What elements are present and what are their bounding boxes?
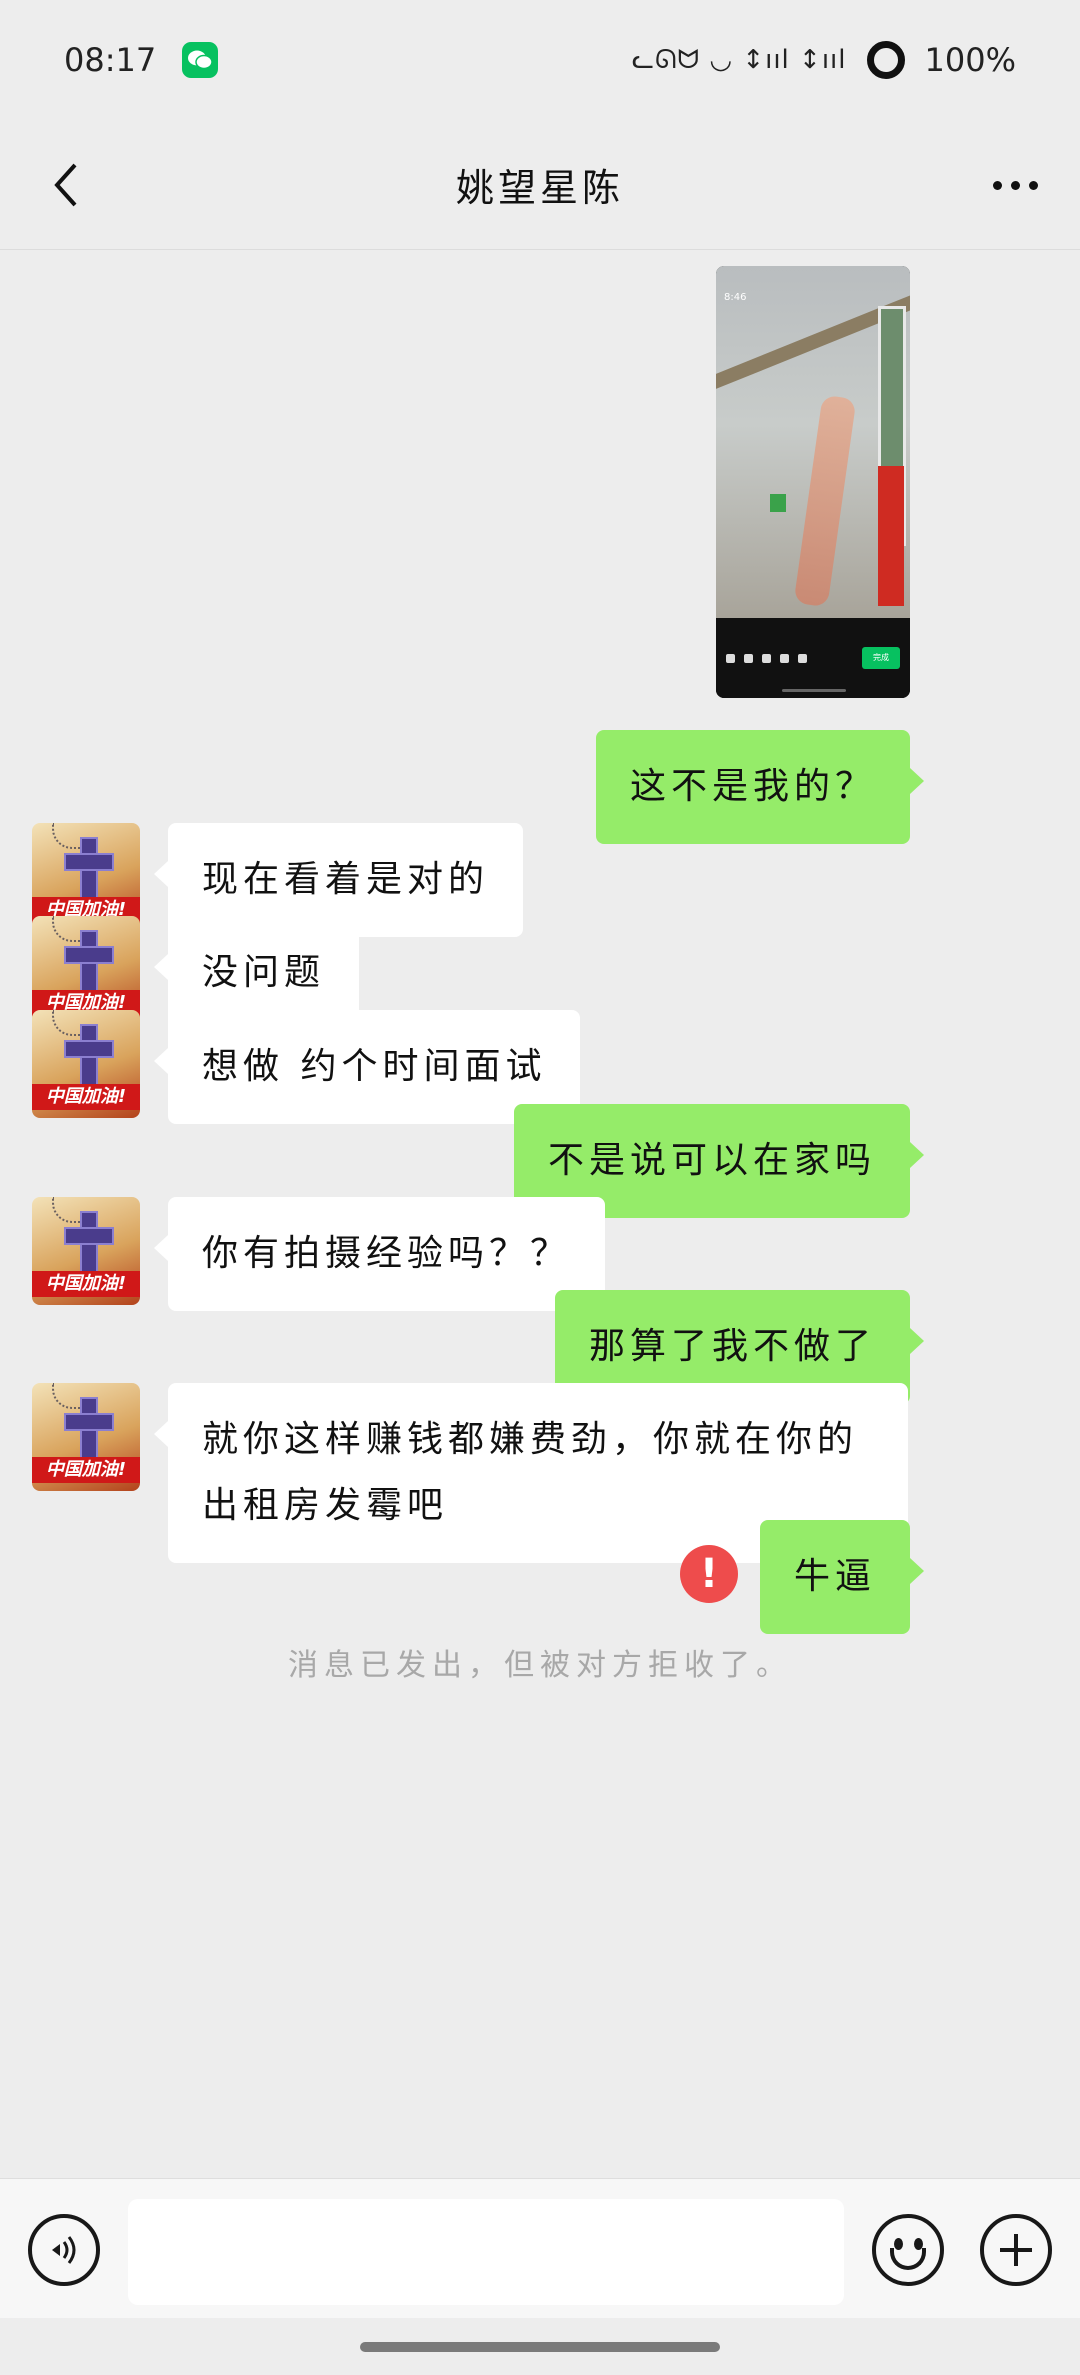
send-failed-icon[interactable]: ! (679, 1545, 738, 1603)
wechat-notification-icon (182, 42, 219, 78)
outgoing-message[interactable]: 这不是我的？ (595, 730, 925, 844)
incoming-message[interactable]: 中国加油! 想做 约个时间面试 (32, 1010, 581, 1124)
more-dot-icon (1010, 180, 1020, 190)
emoji-button[interactable] (872, 2214, 944, 2286)
voice-input-button[interactable] (28, 2214, 100, 2286)
photo-wall-item (770, 494, 786, 512)
outgoing-message[interactable]: 牛逼 ! (679, 1520, 925, 1634)
contact-avatar[interactable]: 中国加油! (32, 1383, 140, 1491)
screenshot-time-text: 8:46 (724, 292, 747, 303)
text-icon (762, 653, 771, 663)
avatar-caption: 中国加油! (32, 1457, 140, 1483)
system-notice: 消息已发出，但被对方拒收了。 (288, 1648, 792, 1683)
chevron-left-icon (54, 163, 77, 207)
home-indicator[interactable] (360, 2342, 720, 2352)
status-bar: 08:17 ᓚᘏᗢ ◡ ↕ııl ↕ııl 100% (0, 0, 1080, 120)
photo-curtain (878, 466, 904, 606)
photo-leg (793, 394, 857, 608)
status-indicators: ᓚᘏᗢ ◡ ↕ııl ↕ııl 100% (632, 41, 1016, 79)
pen-icon (726, 653, 735, 663)
battery-level: 100% (924, 41, 1016, 79)
contact-avatar[interactable]: 中国加油! (32, 916, 140, 1024)
mosaic-icon (798, 653, 807, 663)
more-dot-icon (1028, 180, 1038, 190)
back-button[interactable] (36, 155, 96, 215)
input-bar (0, 2178, 1080, 2318)
more-dot-icon (992, 180, 1002, 190)
avatar-caption: 中国加油! (32, 1271, 140, 1297)
contact-avatar[interactable]: 中国加油! (32, 1197, 140, 1305)
message-bubble[interactable]: 你有拍摄经验吗？？ (153, 1197, 606, 1311)
battery-icon (866, 41, 905, 79)
screenshot-home-indicator (782, 689, 846, 692)
avatar-caption: 中国加油! (32, 1084, 140, 1110)
screenshot-toolbar: 完成 (716, 618, 910, 698)
emoji-icon (744, 653, 753, 663)
message-list[interactable]: 8:46 完成 这不是我的？ 中国加油! 现在看着是对的 中国加油! 没问题 中… (0, 252, 1080, 2172)
crop-icon (780, 653, 789, 663)
signal-icons: ᓚᘏᗢ ◡ ↕ııl ↕ııl (631, 44, 847, 75)
screenshot-photo: 8:46 (716, 266, 910, 618)
more-options-button[interactable] (980, 155, 1050, 215)
screenshot-send-button: 完成 (862, 647, 900, 669)
image-message[interactable]: 8:46 完成 (716, 266, 910, 698)
chat-header: 姚望星陈 (0, 120, 1080, 250)
contact-avatar[interactable]: 中国加油! (32, 823, 140, 931)
status-time: 08:17 (64, 41, 157, 79)
emoji-mouth-icon (890, 2248, 926, 2270)
message-bubble[interactable]: 牛逼 (759, 1520, 925, 1634)
contact-avatar[interactable]: 中国加油! (32, 1010, 140, 1118)
more-functions-button[interactable] (980, 2214, 1052, 2286)
voice-icon (52, 2236, 76, 2264)
chat-screen: 08:17 ᓚᘏᗢ ◡ ↕ııl ↕ııl 100% 姚望星陈 8:46 完成 … (0, 0, 1080, 2375)
message-input[interactable] (128, 2199, 844, 2305)
incoming-message[interactable]: 中国加油! 你有拍摄经验吗？？ (32, 1197, 606, 1311)
message-bubble[interactable]: 这不是我的？ (595, 730, 925, 844)
chat-title: 姚望星陈 (455, 166, 624, 210)
